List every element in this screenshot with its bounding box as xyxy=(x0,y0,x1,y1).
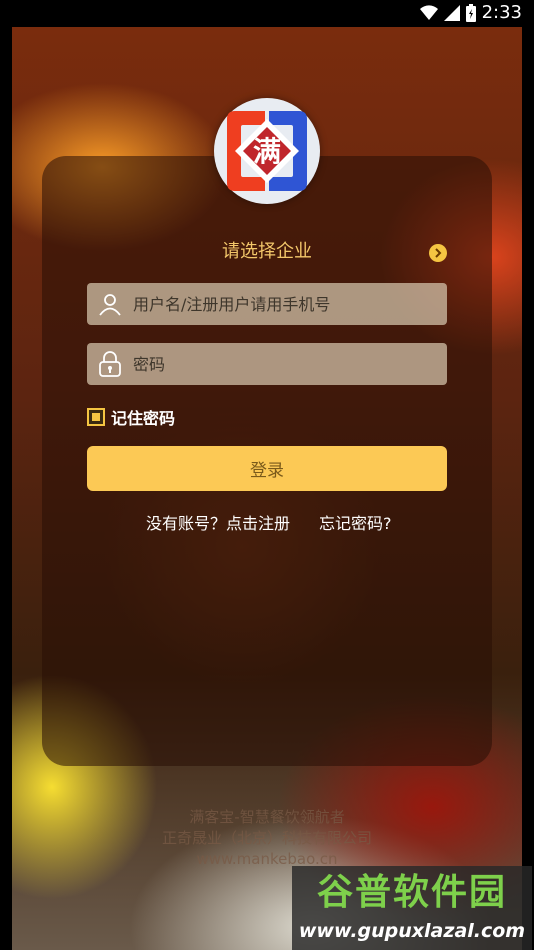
password-field[interactable] xyxy=(87,343,447,385)
password-input[interactable] xyxy=(133,354,433,374)
watermark: 谷普软件园 www.gupuxlazal.com xyxy=(292,866,532,950)
status-bar: 2:33 xyxy=(0,0,534,27)
remember-password-label: 记住密码 xyxy=(111,409,176,428)
login-button[interactable]: 登录 xyxy=(87,446,447,491)
remember-password-checkbox[interactable]: 记住密码 xyxy=(87,405,175,429)
footer-slogan: 满客宝-智慧餐饮领航者 xyxy=(189,808,345,826)
user-icon xyxy=(87,283,133,325)
select-enterprise-button[interactable] xyxy=(429,244,447,262)
chevron-right-icon xyxy=(435,248,442,258)
signal-icon xyxy=(443,5,460,21)
status-time: 2:33 xyxy=(481,2,522,23)
logo-char: 满 xyxy=(253,135,281,168)
register-link[interactable]: 没有账号？点击注册 xyxy=(146,514,290,534)
watermark-title: 谷普软件园 xyxy=(316,872,507,913)
username-field[interactable] xyxy=(87,283,447,325)
forgot-password-link[interactable]: 忘记密码? xyxy=(319,514,392,534)
checkbox-box[interactable] xyxy=(87,408,105,426)
footer-company: 正奇晟业（北京）科技有限公司 xyxy=(161,829,372,847)
status-icons: 2:33 xyxy=(419,2,522,23)
username-input[interactable] xyxy=(133,294,433,314)
app-logo: 满 xyxy=(214,98,320,204)
logo-mark-icon: 满 xyxy=(227,111,307,191)
battery-icon xyxy=(465,4,476,22)
select-enterprise-label[interactable]: 请选择企业 xyxy=(0,240,534,264)
checkbox-check-mark xyxy=(92,413,100,421)
watermark-url: www.gupuxlazal.com xyxy=(298,920,526,942)
wifi-icon xyxy=(419,5,438,21)
lock-icon xyxy=(87,343,133,385)
